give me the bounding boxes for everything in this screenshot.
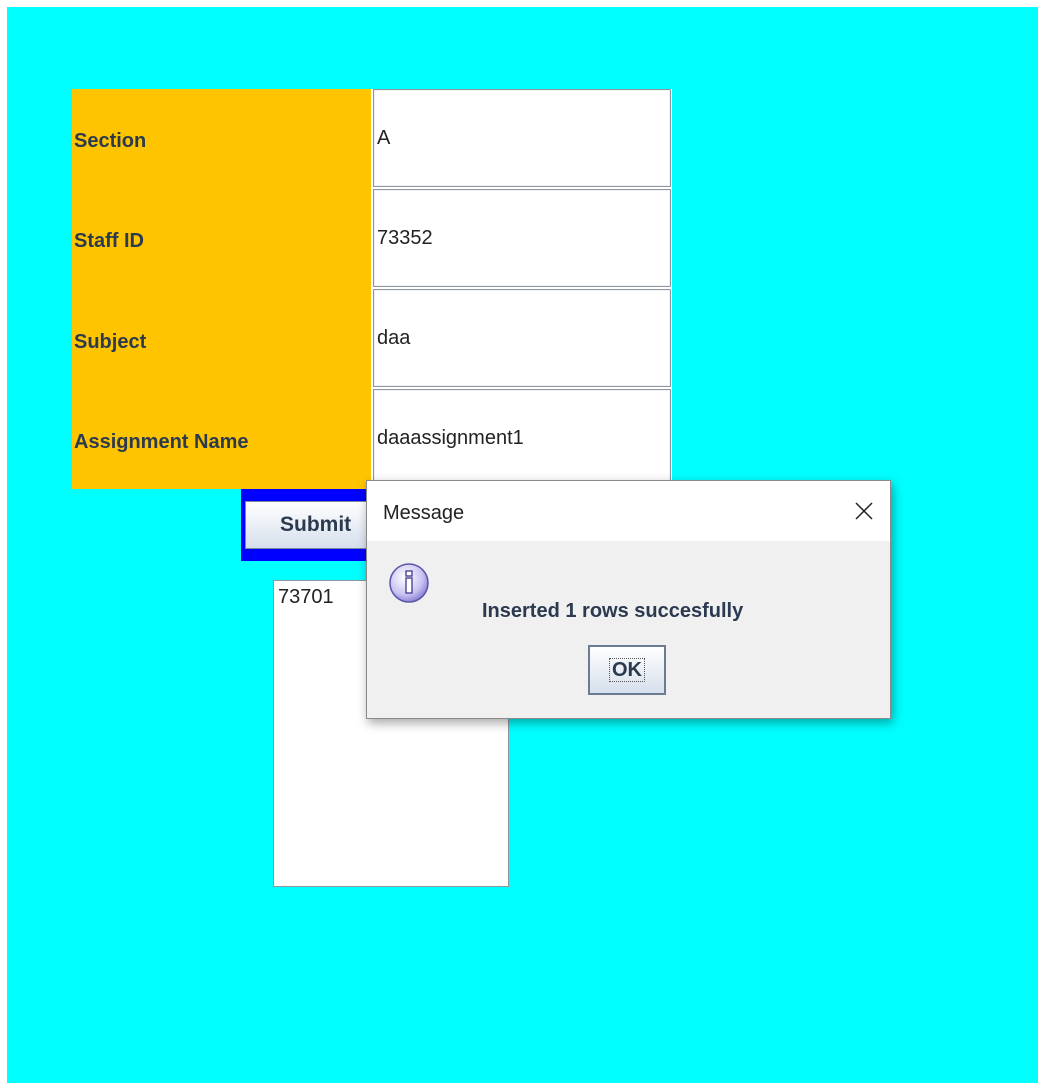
ok-button-label: OK [609, 658, 645, 682]
subject-field[interactable]: daa [373, 289, 671, 387]
staff-id-label: Staff ID [74, 230, 144, 252]
dialog-message: Inserted 1 rows succesfully [482, 600, 744, 622]
ok-button[interactable]: OK [588, 645, 666, 695]
dialog-titlebar[interactable]: Message [367, 481, 890, 541]
info-icon [388, 562, 430, 604]
section-field[interactable]: A [373, 89, 671, 187]
assignment-name-field[interactable]: daaassignment1 [373, 389, 671, 487]
submit-button-focus-border: Submit [241, 489, 371, 561]
section-label: Section [74, 130, 147, 152]
assignment-name-label: Assignment Name [74, 431, 249, 453]
message-dialog: Message Inserted 1 rows succesfully OK [366, 480, 891, 719]
dialog-title: Message [383, 502, 465, 524]
staff-id-field[interactable]: 73352 [373, 189, 671, 287]
close-icon[interactable] [844, 491, 884, 531]
subject-label: Subject [74, 331, 147, 353]
submit-button[interactable]: Submit [245, 501, 371, 549]
